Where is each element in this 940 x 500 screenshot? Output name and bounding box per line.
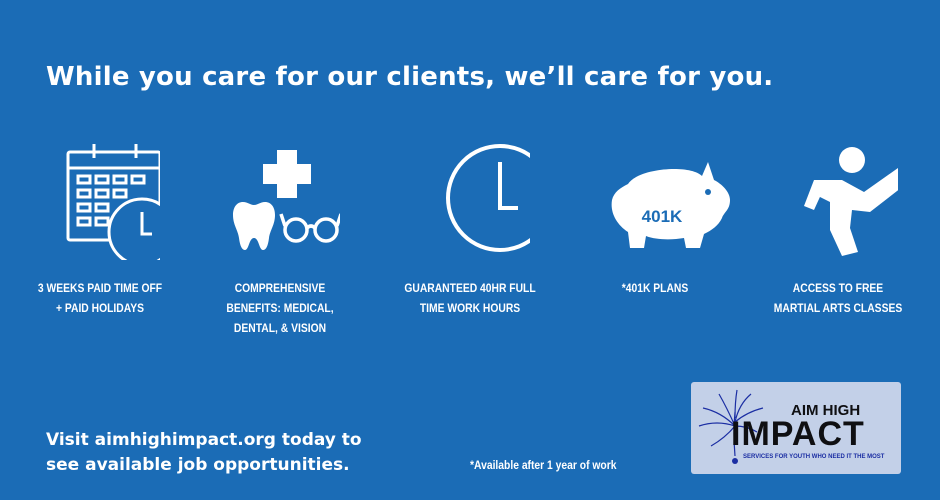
benefit-label: Access to Free Martial Arts Classes <box>773 281 903 315</box>
benefit-comprehensive: Comprehensive Benefits: Medical, Dental,… <box>190 140 370 338</box>
benefit-label: 3 Weeks Paid Time Off + Paid Holidays <box>37 281 163 315</box>
clock-icon <box>380 140 560 260</box>
benefit-label: Guaranteed 40HR Full Time Work Hours <box>404 281 536 315</box>
logo-line-2: IMPACT <box>731 415 865 453</box>
benefits-banner: While you care for our clients, we’ll ca… <box>0 0 940 500</box>
calendar-clock-icon <box>10 140 190 260</box>
logo-tagline: SERVICES FOR YOUTH WHO NEED IT THE MOST <box>743 454 885 460</box>
benefit-guaranteed-hours: Guaranteed 40HR Full Time Work Hours <box>380 140 560 318</box>
benefit-paid-time-off: 3 Weeks Paid Time Off + Paid Holidays <box>10 140 190 318</box>
headline: While you care for our clients, we’ll ca… <box>46 62 774 92</box>
benefit-label: Comprehensive Benefits: Medical, Dental,… <box>226 281 334 335</box>
medical-dental-vision-icon <box>190 140 370 260</box>
call-to-action: Visit aimhighimpact.org today to see ava… <box>46 430 362 475</box>
piggy-bank-icon: 401K <box>565 140 745 260</box>
piggy-bank-label: 401K <box>642 207 683 226</box>
benefit-martial-arts: Access to Free Martial Arts Classes <box>748 140 928 318</box>
benefit-label: *401K Plans <box>621 281 689 295</box>
aim-high-impact-logo: AIM HIGH IMPACT SERVICES FOR YOUTH WHO N… <box>691 382 901 474</box>
footnote: *Available after 1 year of work <box>470 458 617 472</box>
martial-arts-kick-icon <box>748 140 928 260</box>
benefit-401k: 401K *401K Plans <box>565 140 745 298</box>
